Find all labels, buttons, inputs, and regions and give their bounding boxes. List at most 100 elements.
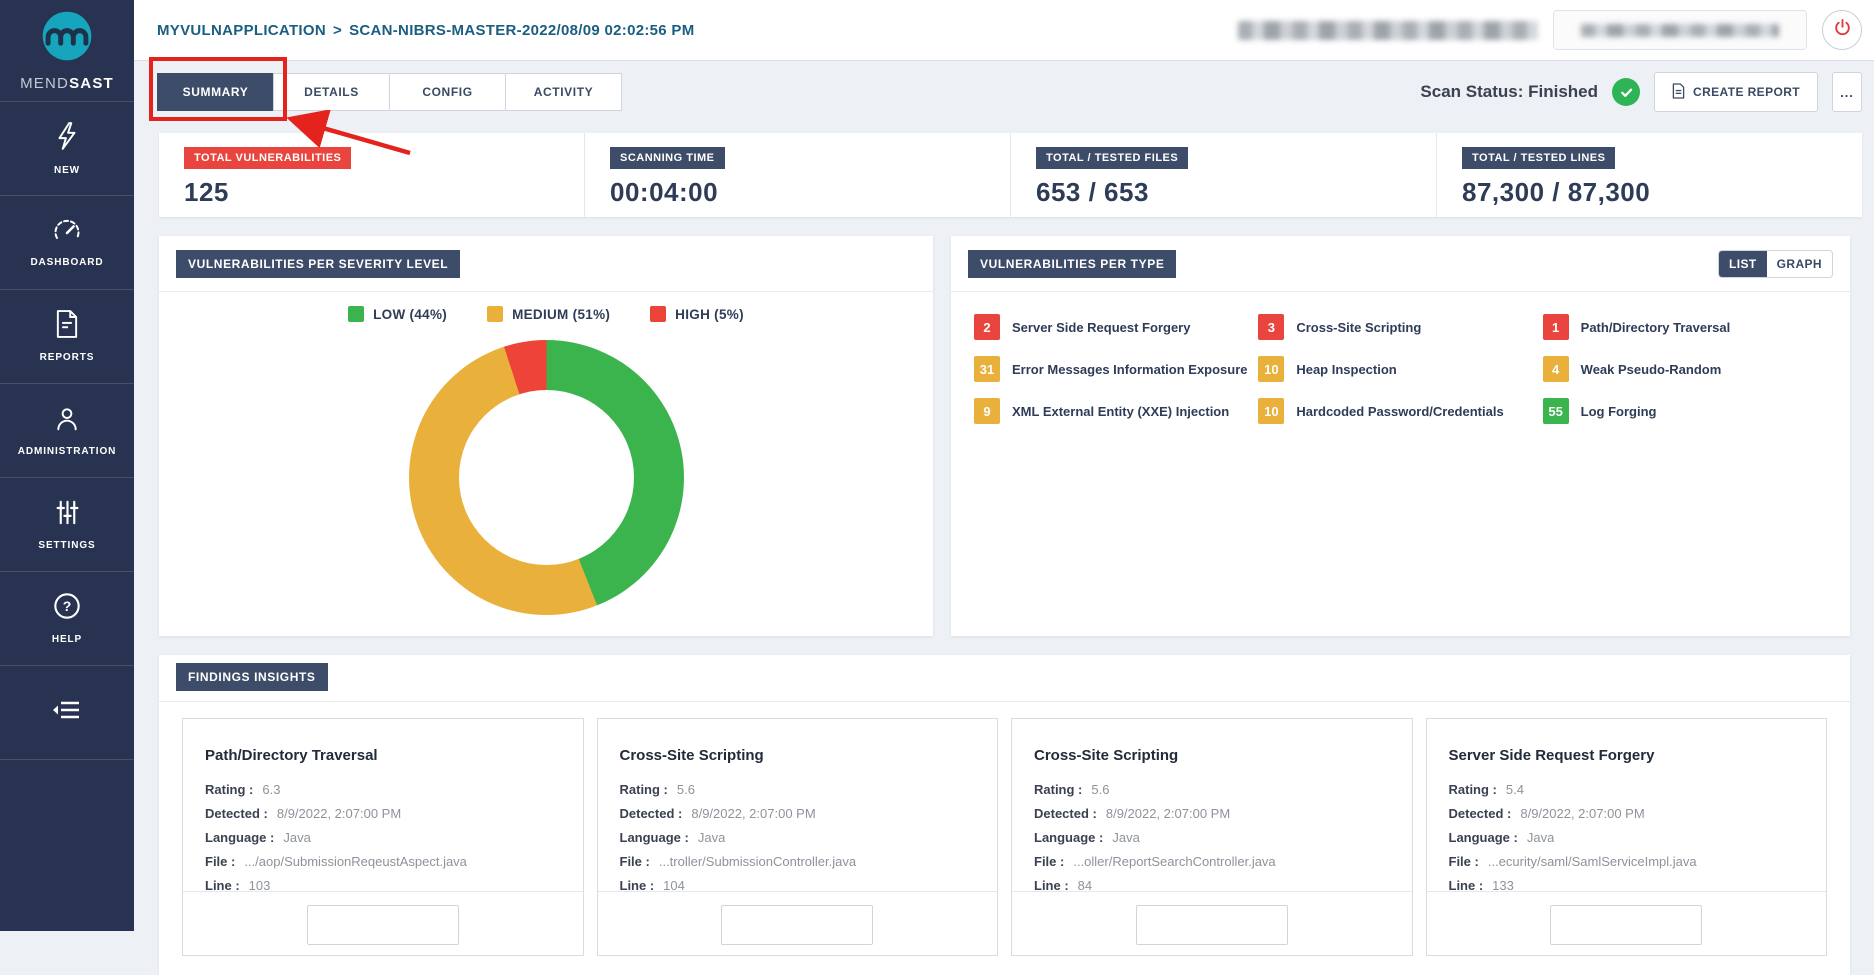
finding-file: ...troller/SubmissionController.java bbox=[659, 854, 856, 869]
sidebar-item-reports[interactable]: REPORTS bbox=[0, 290, 134, 384]
findings-cards: Path/Directory Traversal Rating :6.3 Det… bbox=[159, 702, 1850, 956]
toolbar-row: SUMMARY DETAILS CONFIG ACTIVITY Scan Sta… bbox=[157, 72, 1862, 112]
redacted-user-name bbox=[1238, 21, 1538, 40]
findings-panel-title: FINDINGS INSIGHTS bbox=[176, 663, 328, 691]
severity-legend: LOW (44%) MEDIUM (51%) HIGH (5%) bbox=[159, 306, 933, 322]
sidebar-item-new[interactable]: NEW bbox=[0, 102, 134, 196]
sidebar-item-label: SETTINGS bbox=[38, 540, 95, 551]
type-item[interactable]: 2 Server Side Request Forgery bbox=[974, 312, 1258, 342]
create-report-button[interactable]: CREATE REPORT bbox=[1654, 72, 1818, 112]
type-item[interactable]: 9 XML External Entity (XXE) Injection bbox=[974, 396, 1258, 426]
sidebar-item-label: NEW bbox=[54, 165, 80, 176]
type-count-badge: 10 bbox=[1258, 356, 1284, 382]
sidebar-item-label: DASHBOARD bbox=[30, 257, 103, 268]
sidebar-item-settings[interactable]: SETTINGS bbox=[0, 478, 134, 572]
tab-summary[interactable]: SUMMARY bbox=[157, 73, 274, 111]
mend-logo-icon bbox=[40, 9, 94, 68]
sidebar-item-administration[interactable]: ADMINISTRATION bbox=[0, 384, 134, 478]
type-item[interactable]: 10 Heap Inspection bbox=[1258, 354, 1542, 384]
finding-language: Java bbox=[1112, 830, 1139, 845]
finding-rating: 6.3 bbox=[262, 782, 280, 797]
legend-swatch-high bbox=[650, 306, 666, 322]
scan-tabs: SUMMARY DETAILS CONFIG ACTIVITY bbox=[157, 73, 622, 111]
sidebar-collapse-button[interactable] bbox=[0, 666, 134, 760]
sidebar-item-label: HELP bbox=[52, 634, 82, 645]
legend-swatch-medium bbox=[487, 306, 503, 322]
type-count-badge: 4 bbox=[1543, 356, 1569, 382]
stat-value: 00:04:00 bbox=[610, 177, 1010, 208]
finding-language: Java bbox=[1527, 830, 1554, 845]
finding-action-button[interactable] bbox=[721, 905, 873, 945]
stat-value: 87,300 / 87,300 bbox=[1462, 177, 1862, 208]
redacted-org-selector[interactable] bbox=[1553, 10, 1807, 50]
finding-title: Cross-Site Scripting bbox=[1034, 747, 1390, 764]
type-count-badge: 10 bbox=[1258, 398, 1284, 424]
question-icon: ? bbox=[53, 592, 81, 625]
sidebar: MENDSAST NEW DASHBOARD REPORTS bbox=[0, 0, 134, 931]
logout-power-button[interactable] bbox=[1822, 10, 1862, 50]
finding-detected: 8/9/2022, 2:07:00 PM bbox=[277, 806, 401, 821]
stat-value: 653 / 653 bbox=[1036, 177, 1436, 208]
legend-item-medium: MEDIUM (51%) bbox=[487, 306, 610, 322]
breadcrumb-project[interactable]: MYVULNAPPLICATION bbox=[157, 22, 326, 39]
finding-action-button[interactable] bbox=[307, 905, 459, 945]
vulnerability-type-list: 2 Server Side Request Forgery 3 Cross-Si… bbox=[951, 292, 1850, 446]
finding-title: Path/Directory Traversal bbox=[205, 747, 561, 764]
type-item[interactable]: 3 Cross-Site Scripting bbox=[1258, 312, 1542, 342]
finding-file: ...ecurity/saml/SamlServiceImpl.java bbox=[1488, 854, 1697, 869]
sliders-icon bbox=[54, 499, 81, 531]
stat-badge: SCANNING TIME bbox=[610, 147, 725, 169]
breadcrumb[interactable]: MYVULNAPPLICATION > SCAN-NIBRS-MASTER-2022… bbox=[157, 22, 695, 39]
topbar: MYVULNAPPLICATION > SCAN-NIBRS-MASTER-2022… bbox=[134, 0, 1874, 61]
legend-item-high: HIGH (5%) bbox=[650, 306, 744, 322]
report-doc-icon bbox=[1672, 83, 1685, 102]
tab-activity[interactable]: ACTIVITY bbox=[505, 73, 622, 111]
type-count-badge: 2 bbox=[974, 314, 1000, 340]
person-icon bbox=[54, 405, 80, 437]
finding-rating: 5.6 bbox=[1091, 782, 1109, 797]
legend-swatch-low bbox=[348, 306, 364, 322]
type-count-badge: 1 bbox=[1543, 314, 1569, 340]
type-item[interactable]: 55 Log Forging bbox=[1543, 396, 1827, 426]
stat-tested-lines: TOTAL / TESTED LINES 87,300 / 87,300 bbox=[1436, 133, 1862, 217]
more-actions-button[interactable]: ... bbox=[1832, 72, 1862, 112]
stat-badge: TOTAL / TESTED FILES bbox=[1036, 147, 1188, 169]
finding-language: Java bbox=[283, 830, 310, 845]
sidebar-item-dashboard[interactable]: DASHBOARD bbox=[0, 196, 134, 290]
finding-card: Cross-Site Scripting Rating :5.6 Detecte… bbox=[597, 718, 999, 956]
sidebar-item-help[interactable]: ? HELP bbox=[0, 572, 134, 666]
finding-title: Cross-Site Scripting bbox=[620, 747, 976, 764]
toggle-graph-button[interactable]: GRAPH bbox=[1767, 251, 1832, 277]
breadcrumb-separator: > bbox=[333, 22, 342, 39]
tab-config[interactable]: CONFIG bbox=[389, 73, 506, 111]
tab-details[interactable]: DETAILS bbox=[273, 73, 390, 111]
type-item[interactable]: 1 Path/Directory Traversal bbox=[1543, 312, 1827, 342]
type-count-badge: 9 bbox=[974, 398, 1000, 424]
finding-rating: 5.4 bbox=[1506, 782, 1524, 797]
type-count-badge: 55 bbox=[1543, 398, 1569, 424]
type-item[interactable]: 4 Weak Pseudo-Random bbox=[1543, 354, 1827, 384]
lightning-icon bbox=[54, 121, 80, 156]
brand-logo-block[interactable]: MENDSAST bbox=[0, 0, 134, 102]
breadcrumb-scan[interactable]: SCAN-NIBRS-MASTER-2022/08/09 02:02:56 PM bbox=[349, 22, 694, 39]
finding-file: .../aop/SubmissionReqeustAspect.java bbox=[244, 854, 467, 869]
sidebar-item-label: REPORTS bbox=[40, 352, 95, 363]
toggle-list-button[interactable]: LIST bbox=[1719, 251, 1767, 277]
stat-scanning-time: SCANNING TIME 00:04:00 bbox=[584, 133, 1010, 217]
legend-item-low: LOW (44%) bbox=[348, 306, 447, 322]
severity-donut-chart bbox=[409, 340, 684, 615]
finding-action-button[interactable] bbox=[1550, 905, 1702, 945]
type-item[interactable]: 31 Error Messages Information Exposure bbox=[974, 354, 1258, 384]
finding-detected: 8/9/2022, 2:07:00 PM bbox=[1106, 806, 1230, 821]
svg-text:?: ? bbox=[63, 598, 72, 614]
stat-tested-files: TOTAL / TESTED FILES 653 / 653 bbox=[1010, 133, 1436, 217]
finding-action-button[interactable] bbox=[1136, 905, 1288, 945]
type-item[interactable]: 10 Hardcoded Password/Credentials bbox=[1258, 396, 1542, 426]
finding-detected: 8/9/2022, 2:07:00 PM bbox=[691, 806, 815, 821]
type-count-badge: 3 bbox=[1258, 314, 1284, 340]
stat-value: 125 bbox=[184, 177, 584, 208]
gauge-icon bbox=[52, 217, 82, 248]
finding-file: ...oller/ReportSearchController.java bbox=[1073, 854, 1275, 869]
finding-card: Server Side Request Forgery Rating :5.4 … bbox=[1426, 718, 1828, 956]
finding-title: Server Side Request Forgery bbox=[1449, 747, 1805, 764]
